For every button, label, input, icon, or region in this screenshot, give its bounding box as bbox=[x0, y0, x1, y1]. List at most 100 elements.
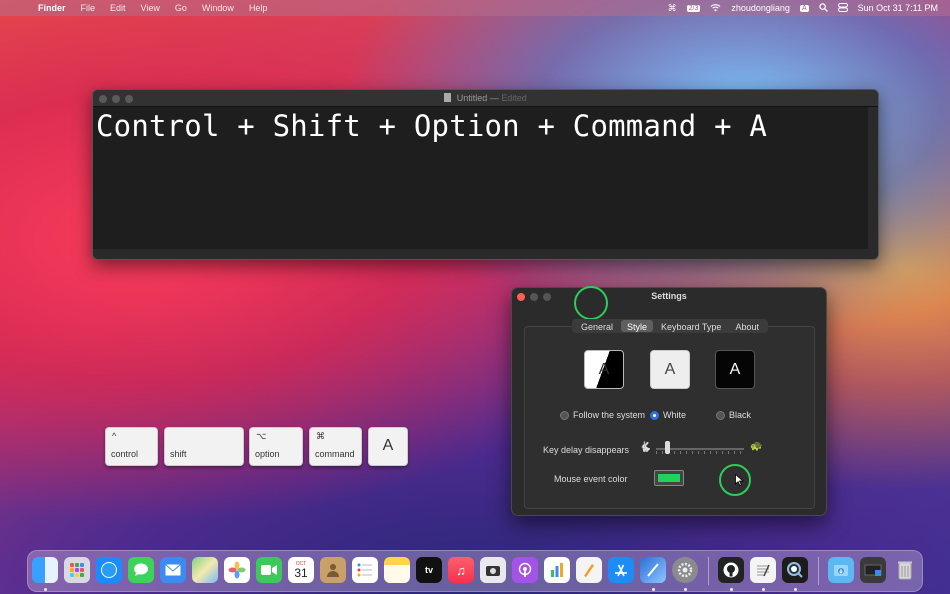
control-center-icon[interactable] bbox=[837, 2, 848, 14]
textedit-window: Untitled — Edited Control + Shift + Opti… bbox=[92, 89, 879, 260]
photos-icon[interactable] bbox=[224, 557, 250, 583]
finder-icon[interactable] bbox=[32, 557, 58, 583]
tab-style[interactable]: Style bbox=[621, 320, 654, 332]
menu-app-finder[interactable]: Finder bbox=[38, 3, 66, 13]
numbers-icon[interactable] bbox=[544, 557, 570, 583]
user-name[interactable]: zhoudongliang bbox=[731, 3, 790, 13]
menu-go[interactable]: Go bbox=[175, 3, 187, 13]
key-command: ⌘ command bbox=[309, 427, 362, 466]
key-a-letter: A bbox=[382, 437, 394, 454]
apple-tv-icon[interactable]: tv bbox=[416, 557, 442, 583]
menu-file[interactable]: File bbox=[81, 3, 96, 13]
key-a: A bbox=[368, 427, 408, 466]
radio-white[interactable]: White bbox=[650, 410, 686, 420]
contacts-icon[interactable] bbox=[320, 557, 346, 583]
radio-black[interactable]: Black bbox=[716, 410, 751, 420]
settings-title: Settings bbox=[651, 291, 687, 301]
running-indicator bbox=[762, 588, 765, 591]
turtle-icon: 🐢 bbox=[750, 441, 763, 452]
keyboard-input-icon[interactable]: A bbox=[799, 4, 809, 12]
tab-general[interactable]: General bbox=[575, 320, 619, 332]
input-source-badge[interactable]: 2/3 bbox=[686, 4, 701, 12]
radio-black-button[interactable] bbox=[716, 410, 725, 420]
control-label: control bbox=[111, 449, 139, 459]
dock-separator bbox=[708, 557, 709, 585]
style-preview-white[interactable]: A bbox=[650, 350, 690, 389]
launchpad-icon[interactable] bbox=[64, 557, 90, 583]
downloads-folder-icon[interactable] bbox=[828, 557, 854, 583]
running-indicator bbox=[652, 588, 655, 591]
vertical-scrollbar[interactable] bbox=[868, 107, 878, 259]
podcasts-icon[interactable] bbox=[512, 557, 538, 583]
mouse-click-ring bbox=[574, 286, 608, 320]
apple-tv-label: tv bbox=[424, 565, 433, 575]
calendar-day: 31 bbox=[294, 566, 308, 580]
dock-separator bbox=[818, 557, 819, 585]
menu-edit[interactable]: Edit bbox=[110, 3, 126, 13]
trash-icon[interactable] bbox=[892, 557, 918, 583]
menu-window[interactable]: Window bbox=[202, 3, 234, 13]
pages-icon[interactable] bbox=[576, 557, 602, 583]
mouse-event-color-well[interactable] bbox=[654, 470, 684, 486]
keycastr-app-icon[interactable] bbox=[782, 557, 808, 583]
xcode-icon[interactable] bbox=[640, 557, 666, 583]
text-editor-area[interactable]: Control + Shift + Option + Command + A bbox=[93, 107, 868, 249]
textedit-titlebar[interactable]: Untitled — Edited bbox=[93, 90, 878, 107]
textedit-icon[interactable] bbox=[750, 557, 776, 583]
style-preview-follow-system[interactable]: A bbox=[584, 350, 624, 389]
clock-datetime[interactable]: Sun Oct 31 7:11 PM bbox=[858, 3, 938, 13]
style-preview-black[interactable]: A bbox=[715, 350, 755, 389]
command-key-icon[interactable]: ⌘ bbox=[668, 3, 677, 14]
key-control: ^ control bbox=[105, 427, 158, 466]
horizontal-scrollbar[interactable] bbox=[93, 249, 878, 259]
safari-icon[interactable] bbox=[96, 557, 122, 583]
running-indicator bbox=[730, 588, 733, 591]
notes-icon[interactable] bbox=[384, 557, 410, 583]
radio-black-label: Black bbox=[729, 410, 752, 420]
key-shift: shift bbox=[164, 427, 244, 466]
radio-follow-system-label: Follow the system bbox=[573, 410, 646, 420]
settings-tab-bar: General Style Keyboard Type About bbox=[572, 319, 768, 333]
radio-white-button[interactable] bbox=[650, 410, 659, 420]
screenshot-icon[interactable] bbox=[480, 557, 506, 583]
reminders-icon[interactable] bbox=[352, 557, 378, 583]
command-label: command bbox=[315, 449, 355, 459]
mouse-event-color-label: Mouse event color bbox=[554, 474, 628, 484]
control-symbol: ^ bbox=[112, 431, 117, 441]
document-text[interactable]: Control + Shift + Option + Command + A bbox=[96, 109, 865, 143]
tab-about[interactable]: About bbox=[729, 320, 765, 332]
option-label: option bbox=[255, 449, 280, 459]
key-option: ⌥ option bbox=[249, 427, 303, 466]
command-symbol: ⌘ bbox=[316, 431, 325, 441]
tab-keyboard-type[interactable]: Keyboard Type bbox=[655, 320, 727, 332]
mouse-cursor-icon bbox=[735, 473, 745, 489]
radio-follow-system[interactable]: Follow the system bbox=[560, 410, 645, 420]
facetime-icon[interactable] bbox=[256, 557, 282, 583]
search-icon[interactable] bbox=[818, 2, 828, 14]
key-delay-label: Key delay disappears bbox=[543, 445, 630, 455]
messages-icon[interactable] bbox=[128, 557, 154, 583]
edited-status: Edited bbox=[501, 93, 527, 103]
radio-follow-system-button[interactable] bbox=[560, 410, 569, 420]
rabbit-icon: 🐇 bbox=[639, 442, 652, 453]
menu-help[interactable]: Help bbox=[249, 3, 268, 13]
wifi-icon[interactable] bbox=[710, 3, 721, 14]
dock: OCT 31 tv ♫ bbox=[27, 550, 923, 592]
radio-white-label: White bbox=[663, 410, 687, 420]
menu-view[interactable]: View bbox=[141, 3, 160, 13]
option-symbol: ⌥ bbox=[256, 431, 267, 441]
app-store-icon[interactable] bbox=[608, 557, 634, 583]
key-delay-slider-thumb[interactable] bbox=[665, 441, 670, 454]
system-preferences-icon[interactable] bbox=[672, 557, 698, 583]
recent-files-stack-icon[interactable] bbox=[860, 557, 886, 583]
settings-window: Settings General Style Keyboard Type Abo… bbox=[511, 286, 827, 516]
github-desktop-icon[interactable] bbox=[718, 557, 744, 583]
shift-label: shift bbox=[170, 449, 187, 459]
maps-icon[interactable] bbox=[192, 557, 218, 583]
running-indicator bbox=[794, 588, 797, 591]
music-icon[interactable]: ♫ bbox=[448, 557, 474, 583]
running-indicator bbox=[44, 588, 47, 591]
textedit-title: Untitled — Edited bbox=[93, 93, 878, 103]
calendar-icon[interactable]: OCT 31 bbox=[288, 557, 314, 583]
mail-icon[interactable] bbox=[160, 557, 186, 583]
